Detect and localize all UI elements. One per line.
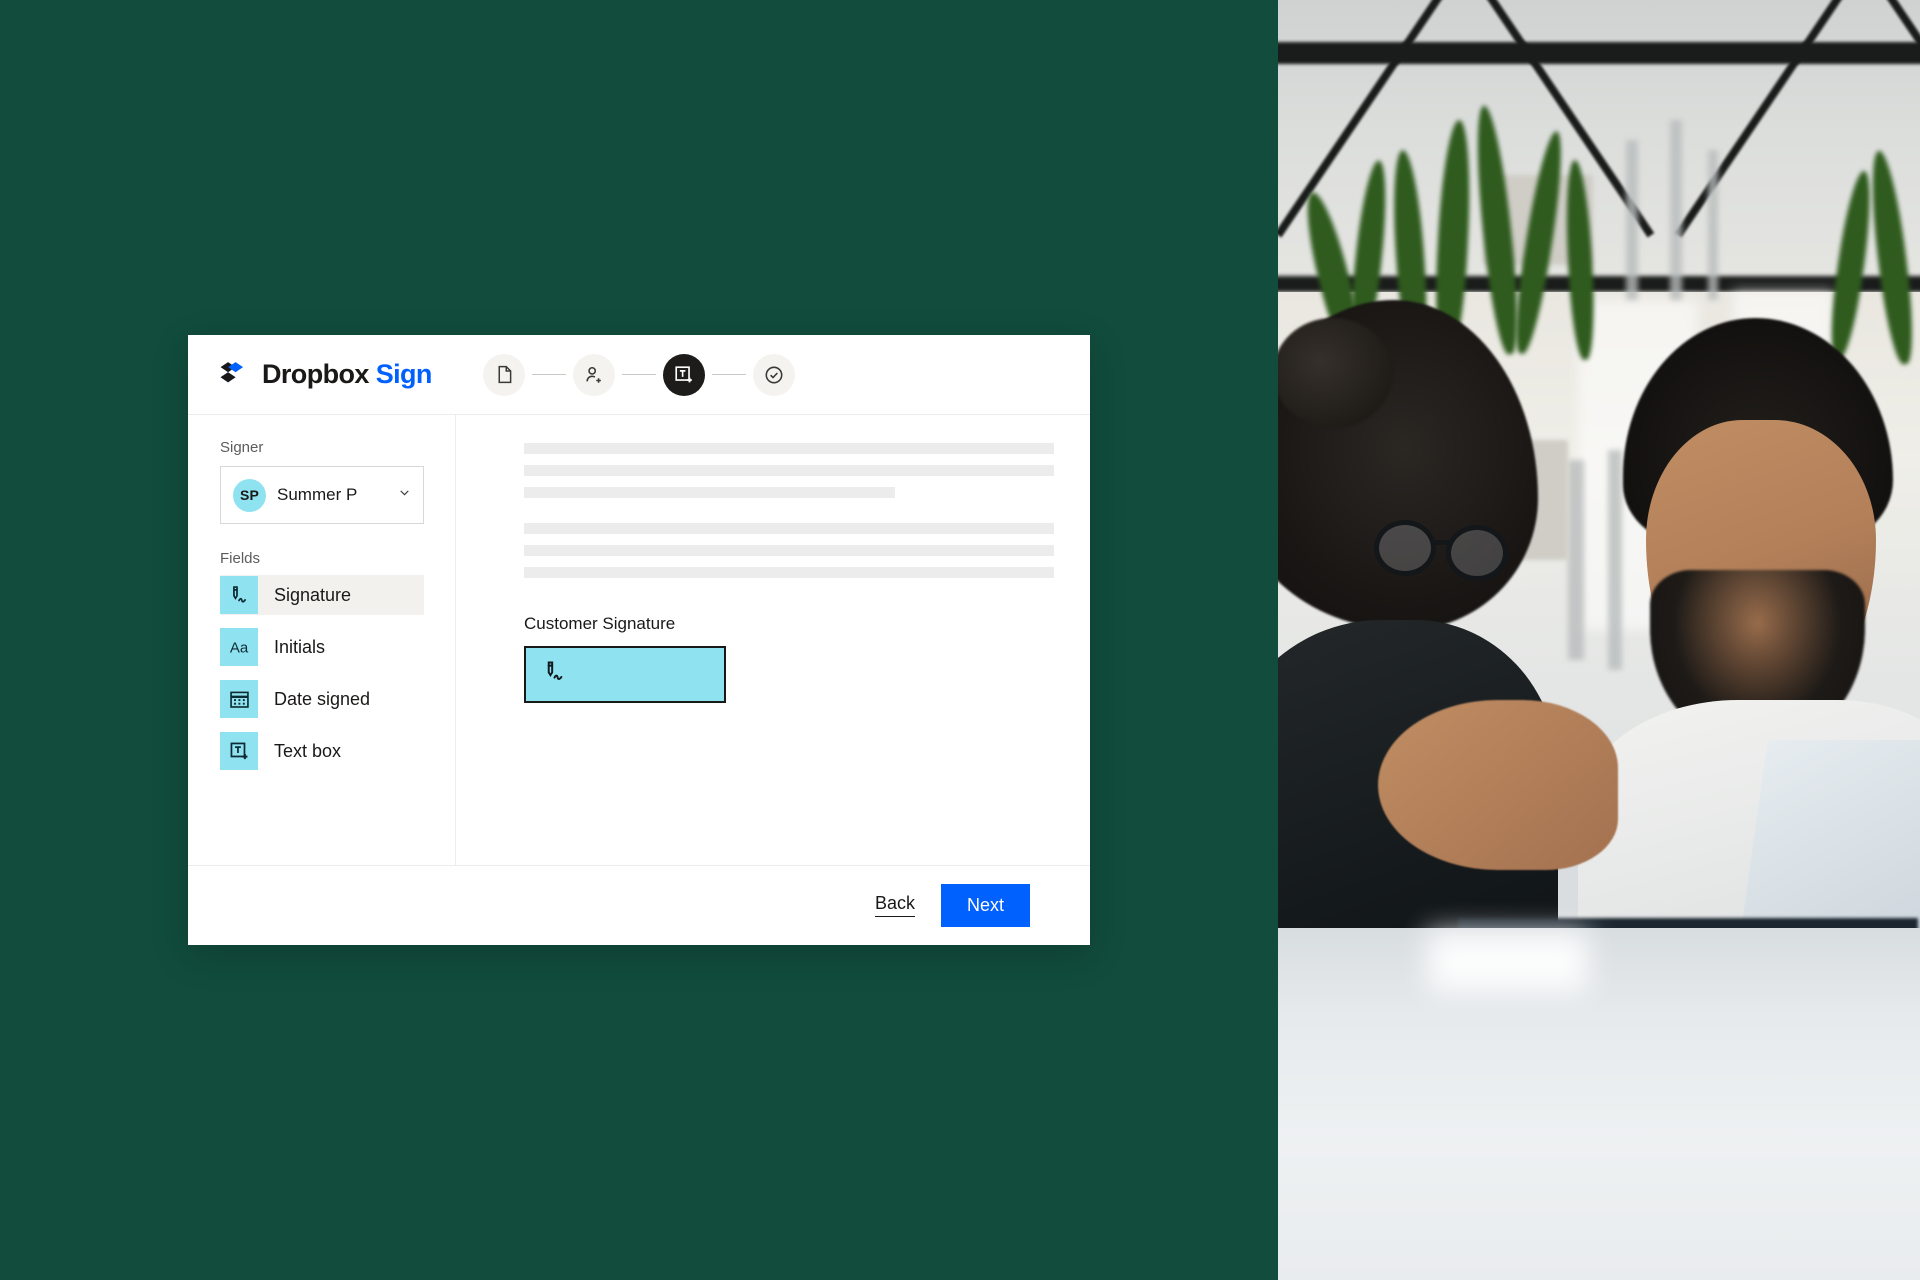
document-placeholder-line [524,487,895,498]
document-placeholder-line [524,545,1054,556]
calendar-icon [220,680,258,718]
document-placeholder-line [524,523,1054,534]
placed-signature-field[interactable] [524,646,726,703]
brand-product: Sign [375,359,433,389]
signature-icon [542,659,568,690]
signer-name: Summer P [277,485,358,504]
fields-section-label: Fields [220,550,261,567]
stepper-divider [712,374,746,375]
dropbox-logo-icon [220,360,250,390]
field-item-text-box[interactable]: Text box [220,731,424,771]
chevron-down-icon [398,486,411,504]
signature-icon [220,576,258,614]
field-item-signature[interactable]: Signature [220,575,424,615]
brand-logo[interactable]: Dropbox Sign [220,359,432,390]
field-label: Signature [274,584,352,605]
step-review[interactable] [753,353,795,396]
svg-text:Aa: Aa [230,639,249,656]
document-placeholder-line [524,443,1054,454]
signature-field-label: Customer Signature [524,614,676,633]
document-placeholder-line [524,465,1054,476]
brand-name: Dropbox Sign [262,359,433,389]
signer-section-label: Signer [220,439,264,456]
field-label: Date signed [274,688,371,709]
document-placeholder-line [524,567,1054,578]
app-body: Signer SP Summer P Fields Signature Aa I… [188,415,1090,865]
document-paragraph-gap [524,509,1054,523]
avatar: SP [233,478,266,512]
photo-table [1278,928,1920,1280]
stepper-divider [622,374,656,375]
fields-sidebar: Signer SP Summer P Fields Signature Aa I… [188,415,456,865]
document-canvas[interactable]: Customer Signature [456,415,1090,865]
step-document[interactable] [483,353,525,396]
field-item-initials[interactable]: Aa Initials [220,627,424,667]
app-footer: Back Next [188,865,1090,944]
next-button[interactable]: Next [940,883,1030,927]
progress-stepper [483,353,795,396]
text-box-add-icon [220,732,258,770]
field-label: Text box [274,740,342,761]
stepper-divider [532,374,566,375]
step-fields[interactable] [663,353,705,396]
signer-selector[interactable]: SP Summer P [220,466,424,524]
app-header: Dropbox Sign [188,335,1090,415]
initials-aa-icon: Aa [220,628,258,666]
hero-photo [1278,0,1920,1280]
dropbox-sign-app-card: Dropbox Sign Signer SP Summer P Fields S… [188,335,1090,945]
field-label: Initials [274,636,326,657]
field-item-date-signed[interactable]: Date signed [220,679,424,719]
step-signers[interactable] [573,353,615,396]
back-button[interactable]: Back [874,893,915,917]
